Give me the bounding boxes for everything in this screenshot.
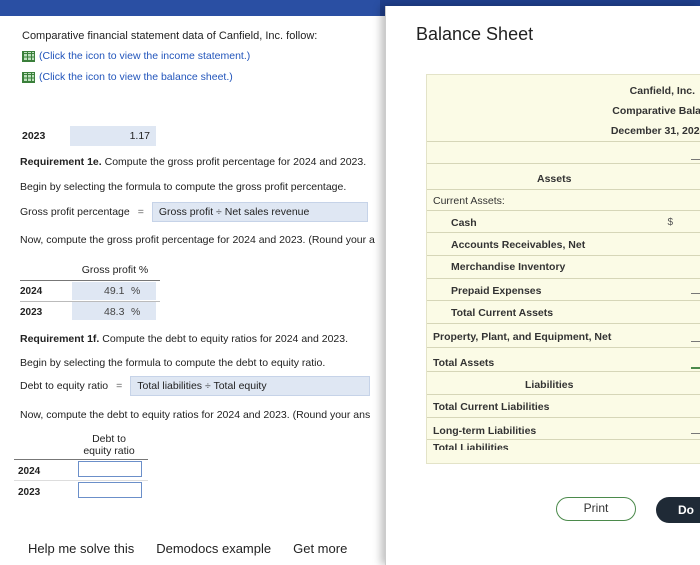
current-assets-label: Current Assets: — [433, 195, 505, 207]
table-rule — [14, 459, 148, 460]
table-icon[interactable] — [22, 71, 35, 83]
de-formula-label: Debt to equity ratio — [20, 380, 109, 392]
de-formula-select[interactable]: Total liabilities ÷ Total equity — [130, 376, 371, 396]
de-row-year: 2024 — [18, 466, 41, 477]
year-value: 1.17 — [70, 126, 156, 146]
row-divider — [427, 371, 700, 372]
total-assets-label: Total Assets — [433, 357, 495, 369]
double-underline — [691, 367, 700, 369]
total-current-liabilities-label: Total Current Liabilities — [433, 401, 550, 413]
requirement-1f-title: Requirement 1f. — [20, 333, 100, 345]
de-2023-input[interactable] — [78, 482, 142, 498]
de-row-year: 2023 — [18, 487, 41, 498]
help-bar: Help me solve this Demodocs example Get … — [0, 531, 385, 565]
help-me-solve-button[interactable]: Help me solve this — [28, 541, 134, 556]
requirement-1e-text: Compute the gross profit percentage for … — [101, 156, 367, 168]
row-divider — [427, 439, 700, 440]
row-divider — [427, 210, 700, 211]
row-divider — [427, 141, 700, 142]
statement-date: December 31, 2024 and — [610, 125, 700, 137]
subtotal-underline — [691, 341, 700, 342]
gp-round-instruction: Now, compute the gross profit percentage… — [20, 234, 375, 246]
row-divider — [427, 189, 700, 190]
row-divider — [427, 347, 700, 348]
requirement-1f-text: Compute the debt to equity ratios for 20… — [99, 333, 349, 345]
equals-sign: = — [116, 380, 123, 392]
percent-unit: % — [131, 306, 141, 318]
gp-column-header: Gross profit % — [81, 264, 149, 276]
demodocs-example-button[interactable]: Demodocs example — [156, 541, 271, 556]
company-name: Canfield, Inc. — [629, 85, 695, 97]
gp-formula-select[interactable]: Gross profit ÷ Net sales revenue — [151, 202, 368, 222]
requirement-1e: Requirement 1e. Compute the gross profit… — [20, 156, 366, 168]
table-icon[interactable] — [22, 50, 35, 62]
done-button[interactable]: Do — [656, 497, 700, 523]
income-link-label[interactable]: (Click the icon to view the income state… — [39, 50, 250, 62]
de-round-instruction: Now, compute the debt to equity ratios f… — [20, 409, 371, 421]
intro-text: Comparative financial statement data of … — [22, 30, 318, 42]
row-divider — [427, 323, 700, 324]
gp-formula-instruction: Begin by selecting the formula to comput… — [20, 181, 347, 193]
get-more-help-button[interactable]: Get more — [293, 541, 347, 556]
total-liabilities-label: Total Liabilities — [433, 443, 509, 450]
requirement-1f: Requirement 1f. Compute the debt to equi… — [20, 333, 348, 345]
assets-heading: Assets — [537, 173, 572, 185]
prepaid-label: Prepaid Expenses — [451, 285, 542, 297]
row-divider — [427, 255, 700, 256]
de-formula-instruction: Begin by selecting the formula to comput… — [20, 357, 326, 369]
gp-row-year: 2024 — [20, 286, 43, 297]
percent-unit: % — [131, 285, 141, 297]
balance-sheet-table: Canfield, Inc. Comparative Balance S Dec… — [426, 74, 700, 464]
ar-label: Accounts Receivables, Net — [451, 239, 586, 251]
equals-sign: = — [137, 206, 144, 218]
de-2024-input[interactable] — [78, 461, 142, 477]
de-column-header: Debt to equity ratio — [70, 433, 148, 457]
row-divider — [427, 417, 700, 418]
row-divider — [427, 278, 700, 279]
top-bar-segment — [0, 0, 380, 16]
de-formula-row: Debt to equity ratio = Total liabilities… — [20, 376, 371, 396]
gp-2023-value: 48.3 — [104, 306, 125, 318]
long-term-liabilities-label: Long-term Liabilities — [433, 425, 537, 437]
previous-answer-row: 2023 1.17 — [0, 126, 385, 146]
gp-formula-row: Gross profit percentage = Gross profit ÷… — [20, 202, 368, 222]
balance-link-label[interactable]: (Click the icon to view the balance shee… — [39, 71, 233, 83]
cash-dollar: $ — [667, 217, 673, 228]
dialog-title: Balance Sheet — [416, 24, 534, 44]
cash-label: Cash — [451, 217, 477, 229]
liabilities-heading: Liabilities — [525, 379, 574, 391]
income-statement-link[interactable]: (Click the icon to view the income state… — [22, 50, 250, 62]
question-panel: Comparative financial statement data of … — [0, 16, 385, 565]
gp-row-year: 2023 — [20, 307, 43, 318]
row-divider — [427, 394, 700, 395]
subtotal-underline — [691, 433, 700, 434]
table-rule — [14, 480, 148, 481]
gp-formula-label: Gross profit percentage — [20, 206, 130, 218]
year-label: 2023 — [22, 130, 46, 142]
balance-sheet-dialog: Balance Sheet Canfield, Inc. Comparative… — [385, 6, 700, 565]
row-divider — [427, 300, 700, 301]
ppe-label: Property, Plant, and Equipment, Net — [433, 331, 612, 343]
print-button[interactable]: Print — [556, 497, 636, 521]
table-rule — [20, 280, 160, 281]
row-divider — [427, 232, 700, 233]
balance-sheet-link[interactable]: (Click the icon to view the balance shee… — [22, 71, 233, 83]
de-header-line2: equity ratio — [83, 445, 135, 457]
total-current-assets-label: Total Current Assets — [451, 307, 554, 319]
requirement-1e-title: Requirement 1e. — [20, 156, 102, 168]
inventory-label: Merchandise Inventory — [451, 261, 566, 273]
gp-2024-value: 49.1 — [104, 285, 125, 297]
de-header-line1: Debt to — [92, 433, 126, 445]
header-underline — [691, 159, 700, 160]
statement-name: Comparative Balance S — [612, 105, 700, 117]
subtotal-underline — [691, 293, 700, 294]
row-divider — [427, 163, 700, 164]
